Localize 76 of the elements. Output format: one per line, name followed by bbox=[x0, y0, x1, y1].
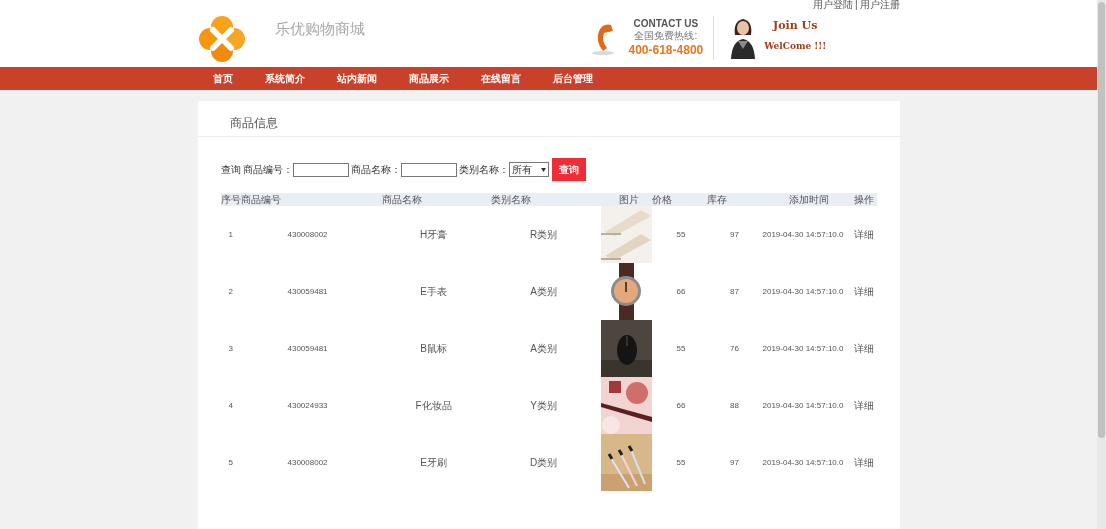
table-cell-text: 2019-04-30 14:57:10.0 bbox=[761, 399, 845, 412]
table-cell-text: 430008002 bbox=[287, 456, 329, 469]
table-cell: 66 bbox=[676, 399, 686, 412]
column-header: 商品编号 bbox=[240, 194, 282, 205]
field-label: 商品名称： bbox=[350, 163, 401, 177]
table-cell-text: 2 bbox=[228, 285, 234, 298]
column-header: 价格 bbox=[651, 194, 673, 205]
table-cell-text: 2019-04-30 14:57:10.0 bbox=[761, 342, 845, 355]
table-cell: 97 bbox=[730, 456, 739, 469]
detail-link[interactable]: 详细 bbox=[850, 284, 877, 299]
table-cell-text: 2019-04-30 14:57:10.0 bbox=[761, 285, 845, 298]
column-header: 类别名称 bbox=[490, 194, 532, 205]
column-header: 添加时间 bbox=[788, 194, 830, 205]
nav-item[interactable]: 在线留言 bbox=[480, 71, 521, 86]
search-button[interactable]: 查询 bbox=[551, 158, 586, 181]
welcome-text: WelCome !!! bbox=[764, 40, 827, 53]
table-cell: 87 bbox=[730, 285, 739, 298]
caret-icon bbox=[540, 167, 546, 172]
panel-title: 商品信息 bbox=[229, 115, 278, 132]
column-header: 序号 bbox=[220, 194, 241, 205]
register-link[interactable]: 用户注册 bbox=[859, 0, 900, 10]
table-cell-text: 430059481 bbox=[287, 342, 329, 355]
nav-item[interactable]: 站内新闻 bbox=[336, 71, 377, 86]
hotline-label: 全国免费热线: bbox=[634, 30, 698, 43]
link-separator: | bbox=[854, 0, 858, 10]
table-cell: 55 bbox=[676, 342, 686, 355]
table-cell-text: 3 bbox=[228, 342, 234, 355]
table-cell: 76 bbox=[730, 342, 739, 355]
detail-link[interactable]: 详细 bbox=[850, 455, 877, 470]
column-header: 操作 bbox=[853, 194, 875, 205]
table-cell-text: 5 bbox=[228, 456, 234, 469]
detail-link[interactable]: 详细 bbox=[850, 227, 877, 242]
table-cell-text: 1 bbox=[228, 228, 234, 241]
detail-link[interactable]: 详细 bbox=[850, 341, 877, 356]
table-cell-text: A类别 bbox=[530, 285, 557, 299]
field-label: 商品编号： bbox=[242, 163, 293, 177]
nav-item[interactable]: 商品展示 bbox=[408, 71, 449, 86]
search-label: 查询 bbox=[220, 163, 241, 177]
table-cell: 55 bbox=[676, 456, 686, 469]
table-cell-text: 4 bbox=[228, 399, 234, 412]
input-field[interactable] bbox=[400, 162, 457, 177]
nav-item[interactable]: 首页 bbox=[212, 71, 233, 86]
column-header: 商品名称 bbox=[381, 194, 423, 205]
field-label: 类别名称： bbox=[458, 163, 509, 177]
table-cell: 97 bbox=[730, 228, 739, 241]
table-cell: 88 bbox=[730, 399, 739, 412]
table-cell: 55 bbox=[676, 228, 686, 241]
nav-item[interactable]: 系统简介 bbox=[264, 71, 305, 86]
category-select[interactable]: 所有 bbox=[508, 162, 549, 177]
table-cell-text: H牙膏 bbox=[419, 228, 448, 242]
table-cell-text: 430059481 bbox=[287, 285, 329, 298]
table-cell-text: E牙刷 bbox=[420, 456, 447, 470]
table-cell-text: F化妆品 bbox=[415, 399, 452, 413]
nav-item[interactable]: 后台管理 bbox=[552, 71, 593, 86]
contact-heading: CONTACT US bbox=[633, 17, 699, 30]
input-field[interactable] bbox=[292, 162, 349, 177]
table-cell-text: A类别 bbox=[530, 342, 557, 356]
table-cell-text: Y类别 bbox=[530, 399, 557, 413]
hotline-number: 400-618-4800 bbox=[628, 42, 704, 58]
table-cell-text: B鼠标 bbox=[420, 342, 447, 356]
table-cell-text: 2019-04-30 14:57:10.0 bbox=[761, 228, 845, 241]
table-cell-text: D类别 bbox=[529, 456, 558, 470]
table-cell-text: 2019-04-30 14:57:10.0 bbox=[761, 456, 845, 469]
table-cell-text: E手表 bbox=[420, 285, 447, 299]
login-link[interactable]: 用户登陆 bbox=[812, 0, 853, 10]
column-header: 图片 bbox=[618, 194, 640, 205]
table-cell-text: 430024933 bbox=[287, 399, 329, 412]
table-cell-text: 430008002 bbox=[287, 228, 329, 241]
site-title: 乐优购物商城 bbox=[274, 19, 365, 41]
join-title: Join Us bbox=[773, 17, 818, 34]
table-cell-text: R类别 bbox=[529, 228, 558, 242]
table-cell: 66 bbox=[676, 285, 686, 298]
column-header: 库存 bbox=[706, 194, 728, 205]
scrollbar[interactable] bbox=[1097, 0, 1106, 529]
detail-link[interactable]: 详细 bbox=[850, 398, 877, 413]
logo-icon bbox=[198, 15, 245, 62]
